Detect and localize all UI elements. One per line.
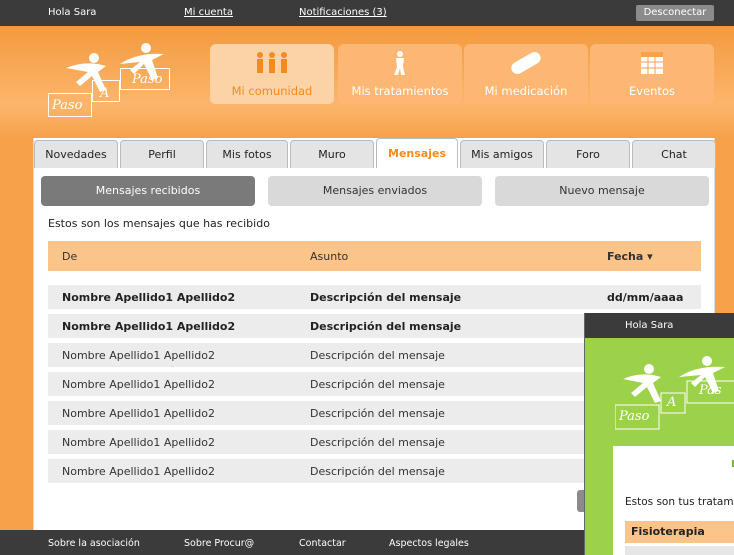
nav-tile-treatments[interactable]: Mis tratamientos: [338, 44, 462, 104]
row-from: Nombre Apellido1 Apellido2: [62, 407, 216, 420]
tab-mensajes[interactable]: Mensajes: [376, 138, 458, 168]
subtab-received[interactable]: Mensajes recibidos: [41, 176, 255, 206]
overlay-content: L Estos son tus tratami Fisioterapia: [613, 446, 734, 555]
nav-tile-label: Eventos: [629, 84, 675, 98]
logo-box-1: [48, 93, 92, 117]
row-from: Nombre Apellido1 Apellido2: [62, 436, 216, 449]
top-bar: Hola Sara Mi cuenta Notificaciones (3) D…: [0, 0, 734, 26]
col-from: De: [62, 250, 78, 263]
tab-perfil[interactable]: Perfil: [120, 140, 204, 168]
pill-icon: [464, 50, 588, 76]
nav-tile-community[interactable]: Mi comunidad: [210, 44, 334, 104]
tab-mis-fotos[interactable]: Mis fotos: [206, 140, 288, 168]
subtab-sent[interactable]: Mensajes enviados: [268, 176, 482, 206]
row-subject: Descripción del mensaje: [310, 436, 445, 449]
nav-tile-medication[interactable]: Mi medicación: [464, 44, 588, 104]
row-from: Nombre Apellido1 Apellido2: [62, 465, 216, 478]
subtab-new-message[interactable]: Nuevo mensaje: [495, 176, 709, 206]
tab-mis-amigos[interactable]: Mis amigos: [460, 140, 544, 168]
table-header: De Asunto Fecha ▾: [48, 241, 701, 271]
tab-bar: Novedades Perfil Mis fotos Muro Mensajes…: [34, 138, 716, 168]
community-icon: [210, 50, 334, 76]
nav-tile-label: Mi comunidad: [231, 84, 313, 98]
tab-novedades[interactable]: Novedades: [34, 140, 118, 168]
row-subject: Descripción del mensaje: [310, 407, 445, 420]
overlay-logo-word-3: Pas: [699, 383, 722, 398]
message-subtabs: Mensajes recibidos Mensajes enviados Nue…: [41, 176, 709, 206]
tab-muro[interactable]: Muro: [290, 140, 374, 168]
nav-tile-events[interactable]: Eventos: [590, 44, 714, 104]
overlay-greeting: Hola Sara: [625, 320, 674, 331]
row-from: Nombre Apellido1 Apellido2: [62, 291, 236, 304]
logo-box-3: [120, 68, 170, 90]
logout-button[interactable]: Desconectar: [636, 5, 714, 21]
intro-text: Estos son los mensajes que has recibido: [48, 217, 270, 230]
overlay-treatment-header[interactable]: Fisioterapia: [625, 521, 734, 543]
logo[interactable]: Paso A Paso: [46, 38, 186, 122]
footer-link-association[interactable]: Sobre la asociación: [48, 538, 140, 549]
footer-link-procura[interactable]: Sobre Procur@: [184, 538, 254, 549]
calendar-icon: [590, 50, 714, 76]
tab-foro[interactable]: Foro: [546, 140, 630, 168]
row-from: Nombre Apellido1 Apellido2: [62, 378, 216, 391]
logo-box-2: [92, 80, 120, 102]
treatment-icon: [338, 50, 462, 76]
row-from: Nombre Apellido1 Apellido2: [62, 320, 236, 333]
col-date-sort[interactable]: Fecha ▾: [607, 250, 653, 263]
header: Paso A Paso Mi comunidad Mis tratamiento…: [0, 26, 734, 138]
footer-link-legal[interactable]: Aspectos legales: [389, 538, 469, 549]
row-date: dd/mm/aaaa: [607, 291, 684, 304]
greeting: Hola Sara: [48, 7, 97, 18]
overlay-top-bar: Hola Sara: [585, 313, 734, 338]
row-subject: Descripción del mensaje: [310, 291, 462, 304]
row-subject: Descripción del mensaje: [310, 320, 462, 333]
overlay-row: [625, 546, 734, 555]
overlay-intro: Estos son tus tratami: [625, 496, 734, 508]
col-subject: Asunto: [310, 250, 349, 263]
row-subject: Descripción del mensaje: [310, 378, 445, 391]
overlay-logo-word-2: A: [667, 395, 677, 410]
footer-link-contact[interactable]: Contactar: [299, 538, 346, 549]
tab-chat[interactable]: Chat: [632, 140, 716, 168]
notifications-link[interactable]: Notificaciones (3): [299, 7, 387, 18]
row-subject: Descripción del mensaje: [310, 349, 445, 362]
overlay-window[interactable]: Hola Sara Paso A Pas L Estos son tus tra…: [584, 313, 734, 555]
nav-tile-label: Mis tratamientos: [351, 84, 449, 98]
table-row[interactable]: Nombre Apellido1 Apellido2 Descripción d…: [48, 285, 701, 309]
nav-tile-label: Mi medicación: [484, 84, 568, 98]
overlay-logo-word-1: Paso: [619, 409, 650, 424]
row-subject: Descripción del mensaje: [310, 465, 445, 478]
row-from: Nombre Apellido1 Apellido2: [62, 349, 216, 362]
account-link[interactable]: Mi cuenta: [184, 7, 233, 18]
overlay-logo[interactable]: Paso A Pas: [614, 353, 734, 433]
